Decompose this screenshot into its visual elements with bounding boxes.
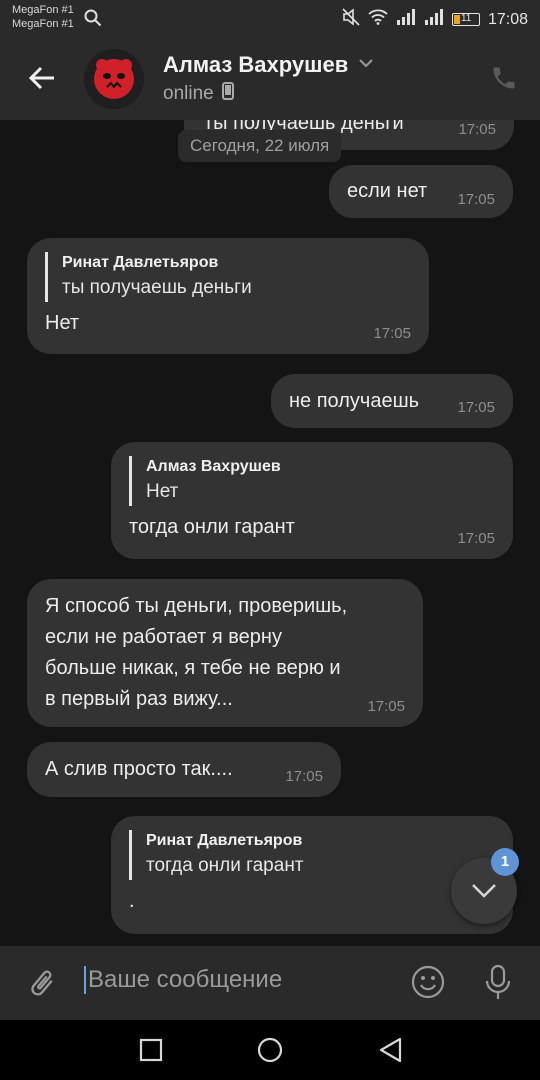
message-text: если нет (347, 180, 428, 202)
message-time: 17:05 (457, 399, 495, 416)
phone-icon[interactable] (490, 64, 518, 97)
quote-text: тогда онли гарант (146, 855, 304, 876)
signal-icon (424, 9, 444, 30)
message-time: 17:05 (457, 191, 495, 208)
contact-name[interactable]: Алмаз Вахрушев (163, 52, 348, 78)
message-input[interactable]: Ваше сообщение (84, 966, 282, 994)
message-line: Я способ ты деньги, проверишь, (45, 595, 348, 617)
search-icon (84, 9, 102, 32)
unread-badge: 1 (491, 848, 519, 876)
attach-icon[interactable] (26, 966, 58, 1005)
online-status: online (163, 83, 214, 104)
mobile-device-icon (221, 82, 234, 106)
message-text: Нет (45, 312, 80, 334)
reply-quote[interactable]: Алмаз Вахрушев Нет (129, 456, 495, 506)
message-line: если не работает я верну (45, 626, 282, 648)
reply-quote[interactable]: Ринат Давлетьяров тогда онли гарант (129, 830, 495, 880)
carrier-2: MegaFon #1 (12, 18, 74, 30)
date-separator: Сегодня, 22 июля (178, 130, 342, 162)
message-time: 17:05 (285, 768, 323, 785)
wifi-icon (368, 9, 388, 30)
message-bubble-outgoing[interactable]: если нет 17:05 (329, 165, 513, 218)
carrier-info: MegaFon #1 MegaFon #1 (12, 3, 74, 31)
chevron-down-icon (471, 882, 497, 905)
circle-nav-icon[interactable] (257, 1037, 283, 1068)
message-bubble-outgoing[interactable]: Алмаз Вахрушев Нет тогда онли гарант 17:… (111, 442, 513, 559)
chat-header: Алмаз Вахрушев online (0, 38, 540, 120)
message-line: больше никак, я тебе не верю и (45, 657, 341, 679)
chevron-down-icon[interactable] (358, 56, 374, 74)
reply-quote[interactable]: Ринат Давлетьяров ты получаешь деньги (45, 252, 411, 302)
message-time: 17:05 (457, 530, 495, 547)
message-bubble-outgoing[interactable]: не получаешь 17:05 (271, 374, 513, 428)
contact-status: online (163, 82, 234, 106)
square-nav-icon[interactable] (139, 1038, 163, 1067)
triangle-nav-icon[interactable] (378, 1037, 402, 1068)
quote-text: ты получаешь деньги (62, 277, 252, 298)
carrier-1: MegaFon #1 (12, 4, 74, 16)
mic-icon[interactable] (484, 964, 512, 1007)
mute-icon (342, 8, 360, 31)
quote-author: Ринат Давлетьяров (62, 254, 219, 271)
message-bubble-incoming[interactable]: Ринат Давлетьяров ты получаешь деньги Не… (27, 238, 429, 354)
signal-icon (396, 9, 416, 30)
message-text: А слив просто так.... (45, 758, 233, 780)
battery-level: 11 (460, 13, 472, 24)
system-nav-bar (0, 1020, 540, 1080)
status-bar: MegaFon #1 MegaFon #1 11 17:08 (0, 0, 540, 38)
message-line: в первый раз вижу... (45, 688, 233, 710)
avatar[interactable] (84, 49, 144, 109)
message-time: 17:05 (458, 121, 496, 138)
message-list[interactable]: ты получаешь деньги 17:05 Сегодня, 22 ию… (0, 120, 540, 946)
clock: 17:08 (487, 10, 528, 28)
quote-author: Алмаз Вахрушев (146, 458, 281, 475)
message-text: . (129, 890, 135, 912)
message-bubble-incoming[interactable]: А слив просто так.... 17:05 (27, 742, 341, 797)
message-time: 17:05 (367, 698, 405, 715)
emoji-icon[interactable] (411, 965, 445, 1004)
back-arrow-icon[interactable] (28, 64, 56, 97)
message-bubble-incoming[interactable]: Я способ ты деньги, проверишь, если не р… (27, 579, 423, 727)
quote-text: Нет (146, 481, 179, 502)
message-text: тогда онли гарант (129, 516, 295, 538)
message-composer: Ваше сообщение (0, 946, 540, 1020)
message-text: не получаешь (289, 390, 420, 412)
battery-icon: 11 (451, 13, 480, 26)
message-bubble-outgoing[interactable]: Ринат Давлетьяров тогда онли гарант . (111, 816, 513, 934)
quote-author: Ринат Давлетьяров (146, 832, 303, 849)
message-time: 17:05 (373, 325, 411, 342)
